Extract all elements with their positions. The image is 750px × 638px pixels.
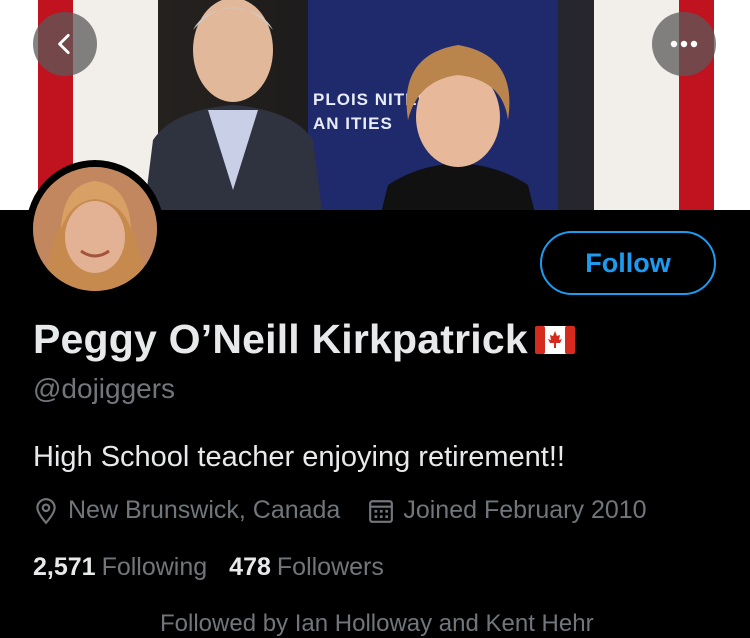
person-woman xyxy=(381,45,535,210)
username-handle: @dojiggers xyxy=(33,373,176,404)
avatar xyxy=(33,167,157,291)
following-label: Following xyxy=(101,553,208,581)
joined-text: Joined February 2010 xyxy=(403,496,647,524)
following-count: 2,571 xyxy=(33,553,96,581)
following-link[interactable]: 2,571 Following xyxy=(33,553,207,582)
more-options-button[interactable] xyxy=(652,12,716,76)
joined-item: Joined February 2010 xyxy=(368,496,647,525)
location-item: New Brunswick, Canada xyxy=(33,496,340,525)
calendar-icon xyxy=(369,499,394,523)
display-name: Peggy O’Neill Kirkpatrick xyxy=(33,316,528,362)
avatar-image xyxy=(33,167,157,291)
followers-count: 478 xyxy=(229,553,271,581)
followers-label: Followers xyxy=(276,553,384,581)
follow-button[interactable]: Follow xyxy=(540,231,716,295)
person-man xyxy=(144,0,322,210)
more-horizontal-icon xyxy=(670,40,698,48)
profile-meta: New Brunswick, Canada Joined February 20… xyxy=(33,496,647,525)
canada-flag-icon xyxy=(534,325,575,354)
back-button[interactable] xyxy=(33,12,97,76)
display-name-row: Peggy O’Neill Kirkpatrick xyxy=(33,316,575,363)
followers-link[interactable]: 478 Followers xyxy=(229,553,384,582)
follow-stats: 2,571 Following 478 Followers xyxy=(33,553,384,582)
avatar-frame[interactable] xyxy=(26,160,164,298)
chevron-left-icon xyxy=(58,33,70,55)
location-pin-icon xyxy=(36,497,56,525)
profile-bio: High School teacher enjoying retirement!… xyxy=(33,441,565,473)
followed-by-text[interactable]: Followed by Ian Holloway and Kent Hehr xyxy=(160,610,594,638)
location-text: New Brunswick, Canada xyxy=(68,496,341,524)
